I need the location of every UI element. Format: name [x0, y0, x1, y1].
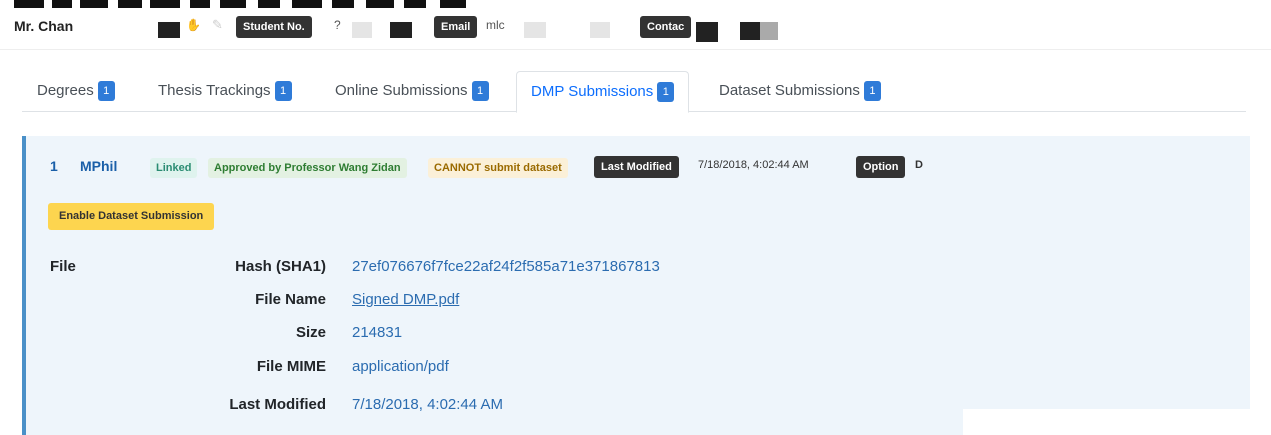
file-mime-row: File MIME application/pdf: [26, 358, 1026, 378]
email-label: Email: [434, 16, 478, 38]
file-last-modified-value: 7/18/2018, 4:02:44 AM: [352, 396, 503, 413]
student-no-label: Student No.: [236, 16, 312, 38]
redacted-block: [760, 22, 778, 40]
tab-dataset-submissions[interactable]: Dataset Submissions 1: [719, 71, 881, 111]
tab-label: DMP Submissions: [531, 83, 654, 100]
blank-area: [963, 409, 1271, 435]
file-hash-row: Hash (SHA1) 27ef076676f7fce22af24f2f585a…: [26, 258, 1026, 278]
header-divider: [0, 49, 1271, 50]
file-name-link[interactable]: Signed DMP.pdf: [352, 291, 459, 308]
edit-icon[interactable]: ✎: [212, 17, 223, 33]
mime-value: application/pdf: [352, 358, 449, 375]
student-no-value: ?: [334, 18, 341, 32]
option-label: Option: [856, 156, 906, 178]
tab-label: Degrees: [37, 82, 94, 99]
mime-label: File MIME: [256, 358, 326, 375]
redacted-block: [352, 22, 372, 38]
redacted-block: [390, 22, 412, 38]
profile-tabs: Degrees 1 Thesis Trackings 1 Online Submis…: [22, 71, 1246, 113]
record-index: 1: [50, 158, 58, 174]
top-cutoff-strip: [0, 0, 1271, 8]
linked-badge: Linked: [150, 158, 198, 178]
dmp-submission-card: 1 MPhil Linked Approved by Professor Wan…: [22, 136, 1250, 435]
option-value: D: [915, 159, 923, 171]
tab-count-badge: 1: [274, 81, 292, 101]
tab-count-badge: 1: [657, 82, 675, 102]
tab-dmp-submissions[interactable]: DMP Submissions 1: [516, 71, 690, 113]
file-name-label: File Name: [255, 291, 326, 308]
tab-label: Online Submissions: [335, 82, 468, 99]
contact-label: Contac: [640, 16, 692, 38]
size-value: 214831: [352, 324, 403, 341]
tab-count-badge: 1: [97, 81, 115, 101]
redacted-block: [590, 22, 610, 38]
size-label: Size: [295, 324, 326, 341]
dataset-status-badge: CANNOT submit dataset: [428, 158, 568, 178]
enable-dataset-submission-button[interactable]: Enable Dataset Submission: [48, 203, 215, 230]
hash-value: 27ef076676f7fce22af24f2f585a71e371867813: [352, 258, 660, 275]
degree-title: MPhil: [80, 158, 118, 174]
tab-thesis-trackings[interactable]: Thesis Trackings 1: [158, 71, 292, 111]
file-modified-row: Last Modified 7/18/2018, 4:02:44 AM: [26, 396, 1026, 416]
redacted-block: [696, 22, 718, 42]
hand-icon[interactable]: ✋: [186, 18, 201, 32]
last-modified-label: Last Modified: [594, 156, 679, 178]
student-name: Mr. Chan: [14, 18, 74, 34]
hash-label: Hash (SHA1): [235, 258, 326, 275]
redacted-block: [740, 22, 760, 40]
file-last-modified-label: Last Modified: [229, 396, 326, 413]
tab-online-submissions[interactable]: Online Submissions 1: [335, 71, 489, 111]
tab-label: Dataset Submissions: [719, 82, 860, 99]
tab-count-badge: 1: [471, 81, 489, 101]
file-name-row: File Name Signed DMP.pdf: [26, 291, 1026, 311]
approved-badge: Approved by Professor Wang Zidan: [208, 158, 407, 178]
last-modified-value: 7/18/2018, 4:02:44 AM: [698, 159, 809, 171]
tab-count-badge: 1: [863, 81, 881, 101]
tab-label: Thesis Trackings: [158, 82, 271, 99]
tab-degrees[interactable]: Degrees 1: [37, 71, 115, 111]
redacted-block: [158, 22, 180, 38]
file-size-row: Size 214831: [26, 324, 1026, 344]
redacted-block: [524, 22, 546, 38]
profile-header: Mr. Chan ✋ ✎ Student No. ? Email mlc Con…: [0, 8, 1271, 50]
email-value: mlc: [486, 18, 505, 32]
